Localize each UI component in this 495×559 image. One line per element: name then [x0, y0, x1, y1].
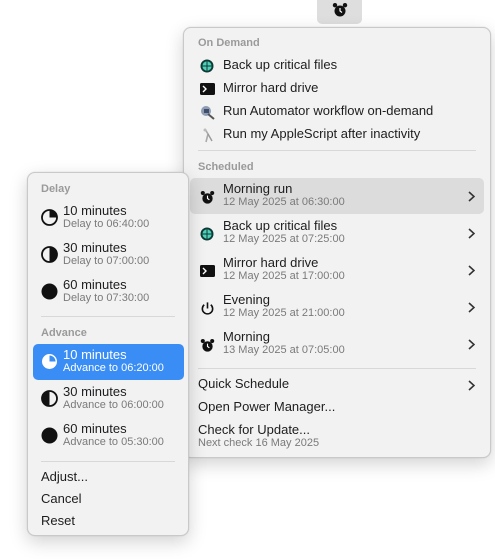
clock-half-icon	[40, 389, 58, 407]
item-label: Morning run	[223, 181, 293, 196]
item-label: Mirror hard drive	[223, 255, 319, 270]
item-detail: Delay to 07:30:00	[63, 292, 150, 304]
reset-item[interactable]: Reset	[33, 511, 184, 533]
chevron-right-icon	[466, 300, 476, 314]
on-demand-item-automator[interactable]: Run Automator workflow on-demand	[190, 101, 484, 123]
clock-full-icon	[40, 426, 58, 444]
chevron-right-icon	[466, 378, 476, 392]
clock-quarter-icon	[40, 208, 58, 226]
next-check-label: Next check 16 May 2025	[198, 437, 320, 449]
reschedule-submenu: Delay 10 minutes Delay to 06:40:00 30 mi…	[27, 172, 189, 536]
item-detail: Delay to 06:40:00	[63, 218, 150, 230]
clock-half-icon	[40, 245, 58, 263]
advance-10-item[interactable]: 10 minutes Advance to 06:20:00	[33, 344, 184, 380]
on-demand-item-applescript[interactable]: Run my AppleScript after inactivity	[190, 124, 484, 146]
power-icon	[198, 299, 216, 317]
chevron-right-icon	[466, 226, 476, 240]
open-power-manager-item[interactable]: Open Power Manager...	[190, 397, 484, 419]
item-label: Morning	[223, 329, 270, 344]
terminal-icon	[198, 80, 216, 98]
cancel-item[interactable]: Cancel	[33, 489, 184, 511]
on-demand-item-backup[interactable]: Back up critical files	[190, 55, 484, 77]
item-label: Run Automator workflow on-demand	[223, 103, 434, 118]
advance-60-item[interactable]: 60 minutes Advance to 05:30:00	[33, 418, 184, 454]
chevron-right-icon	[466, 263, 476, 277]
delay-header: Delay	[41, 183, 71, 195]
applescript-icon	[198, 126, 216, 144]
automator-icon	[198, 103, 216, 121]
chevron-right-icon	[466, 337, 476, 351]
separator	[198, 368, 476, 369]
scheduled-item-backup[interactable]: Back up critical files 12 May 2025 at 07…	[190, 215, 484, 251]
advance-header: Advance	[41, 327, 87, 339]
quick-schedule-label: Quick Schedule	[198, 376, 290, 391]
item-label: Back up critical files	[223, 218, 338, 233]
item-label: 60 minutes	[63, 421, 127, 436]
separator	[41, 316, 175, 317]
item-detail: Advance to 05:30:00	[63, 436, 164, 448]
check-update-item[interactable]: Check for Update... Next check 16 May 20…	[190, 420, 484, 452]
item-detail: Advance to 06:00:00	[63, 399, 164, 411]
menubar-alarm-button[interactable]	[317, 0, 362, 24]
globe-icon	[198, 225, 216, 243]
delay-30-item[interactable]: 30 minutes Delay to 07:00:00	[33, 237, 184, 273]
scheduled-item-morning-run[interactable]: Morning run 12 May 2025 at 06:30:00	[190, 178, 484, 214]
alarm-clock-icon	[198, 188, 216, 206]
delay-10-item[interactable]: 10 minutes Delay to 06:40:00	[33, 200, 184, 236]
on-demand-header: On Demand	[198, 37, 260, 49]
quick-schedule-item[interactable]: Quick Schedule	[190, 374, 484, 396]
item-detail: Advance to 06:20:00	[63, 362, 164, 374]
item-label: 30 minutes	[63, 240, 127, 255]
item-label: 10 minutes	[63, 203, 127, 218]
scheduled-item-morning[interactable]: Morning 13 May 2025 at 07:05:00	[190, 326, 484, 362]
item-label: 60 minutes	[63, 277, 127, 292]
clock-quarter-icon	[40, 352, 58, 370]
item-label: 10 minutes	[63, 347, 127, 362]
separator	[41, 461, 175, 462]
scheduled-item-mirror[interactable]: Mirror hard drive 12 May 2025 at 17:00:0…	[190, 252, 484, 288]
alarm-clock-icon	[198, 336, 216, 354]
chevron-right-icon	[466, 189, 476, 203]
reset-label: Reset	[41, 513, 75, 528]
item-time: 13 May 2025 at 07:05:00	[223, 344, 345, 356]
item-time: 12 May 2025 at 21:00:00	[223, 307, 345, 319]
cancel-label: Cancel	[41, 491, 82, 506]
adjust-label: Adjust...	[41, 469, 88, 484]
main-menu: On Demand Back up critical files Mirror …	[183, 27, 491, 458]
on-demand-item-mirror[interactable]: Mirror hard drive	[190, 78, 484, 100]
clock-full-icon	[40, 282, 58, 300]
item-label: Run my AppleScript after inactivity	[223, 126, 421, 141]
item-label: 30 minutes	[63, 384, 127, 399]
check-update-label: Check for Update...	[198, 422, 310, 437]
scheduled-item-evening[interactable]: Evening 12 May 2025 at 21:00:00	[190, 289, 484, 325]
item-time: 12 May 2025 at 06:30:00	[223, 196, 345, 208]
item-label: Back up critical files	[223, 57, 338, 72]
item-detail: Delay to 07:00:00	[63, 255, 150, 267]
globe-icon	[198, 57, 216, 75]
item-label: Evening	[223, 292, 270, 307]
item-label: Mirror hard drive	[223, 80, 319, 95]
scheduled-header: Scheduled	[198, 161, 254, 173]
terminal-icon	[198, 262, 216, 280]
separator	[198, 150, 476, 151]
advance-30-item[interactable]: 30 minutes Advance to 06:00:00	[33, 381, 184, 417]
item-time: 12 May 2025 at 17:00:00	[223, 270, 345, 282]
alarm-clock-icon	[332, 2, 348, 23]
adjust-item[interactable]: Adjust...	[33, 467, 184, 489]
delay-60-item[interactable]: 60 minutes Delay to 07:30:00	[33, 274, 184, 310]
open-power-manager-label: Open Power Manager...	[198, 399, 336, 414]
item-time: 12 May 2025 at 07:25:00	[223, 233, 345, 245]
